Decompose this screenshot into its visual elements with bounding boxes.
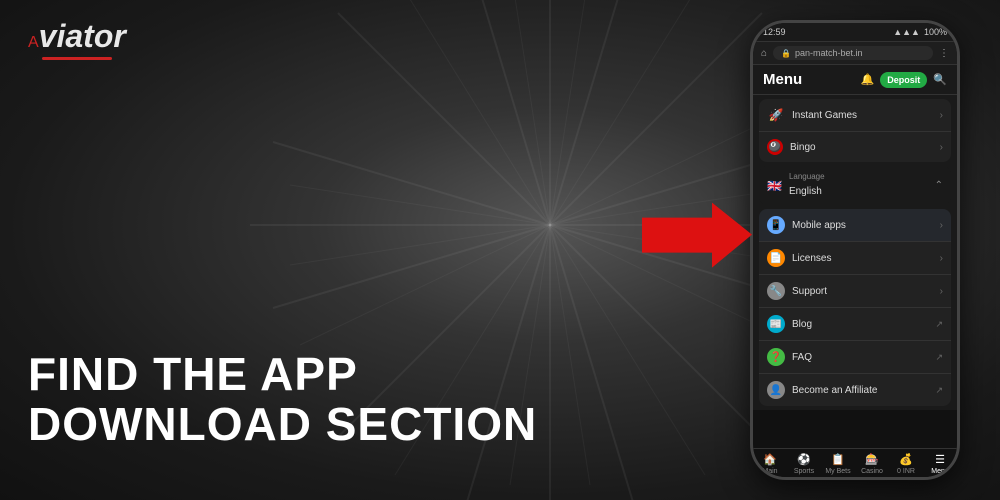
language-value: English (789, 186, 822, 197)
affiliate-icon: 👤 (767, 381, 785, 399)
bingo-label: Bingo (790, 142, 940, 153)
mobile-icon: 📱 (767, 216, 785, 234)
support-label: Support (792, 286, 940, 297)
search-icon[interactable]: 🔍 (933, 73, 947, 86)
nav-menu-icon: ☰ (935, 453, 945, 466)
bell-icon[interactable]: 🔔 (861, 73, 875, 86)
url-text: pan-match-bet.in (795, 48, 863, 58)
home-icon[interactable]: ⌂ (761, 48, 767, 59)
menu-item-blog[interactable]: 📰 Blog ↗ (759, 308, 951, 341)
faq-external-arrow: ↗ (935, 352, 943, 363)
browser-bar[interactable]: ⌂ 🔒 pan-match-bet.in ⋮ (753, 42, 957, 65)
status-time: 12:59 (763, 27, 786, 37)
menu-item-mobile-apps[interactable]: 📱 Mobile apps › (759, 209, 951, 242)
arrow-icon: › (940, 110, 943, 121)
red-arrow (642, 203, 752, 282)
nav-main-label: Main (762, 468, 777, 475)
instant-games-label: Instant Games (792, 110, 940, 121)
url-bar[interactable]: 🔒 pan-match-bet.in (773, 46, 933, 60)
main-text-line1: FIND THE APP (28, 349, 537, 400)
menu-section-1: 🚀 Instant Games › 🎱 Bingo › (759, 99, 951, 162)
language-chevron: ⌃ (935, 180, 943, 191)
menu-item-support[interactable]: 🔧 Support › (759, 275, 951, 308)
battery-icon: 100% (924, 27, 947, 37)
status-bar: 12:59 ▲▲▲ 100% (753, 23, 957, 42)
bottom-nav: 🏠 Main ⚽ Sports 📋 My Bets 🎰 Casino 💰 0 I… (753, 448, 957, 477)
more-icon[interactable]: ⋮ (939, 48, 949, 59)
menu-content: 🚀 Instant Games › 🎱 Bingo › 🇬🇧 Language … (753, 95, 957, 410)
lock-icon: 🔒 (781, 49, 791, 58)
faq-icon: ❓ (767, 348, 785, 366)
language-section[interactable]: 🇬🇧 Language English ⌃ (759, 166, 951, 205)
nav-casino-icon: 🎰 (865, 453, 879, 466)
rocket-icon: 🚀 (767, 106, 785, 124)
nav-mybets[interactable]: 📋 My Bets (821, 453, 855, 475)
language-info: Language English (789, 172, 935, 199)
phone-device: 12:59 ▲▲▲ 100% ⌂ 🔒 pan-match-bet.in ⋮ Me… (750, 20, 960, 480)
bingo-icon: 🎱 (767, 139, 783, 155)
licenses-arrow: › (940, 253, 943, 264)
nav-mybets-icon: 📋 (831, 453, 845, 466)
mobile-apps-arrow: › (940, 220, 943, 231)
logo-underline (42, 57, 112, 60)
status-icons: ▲▲▲ 100% (893, 27, 947, 37)
main-text-line2: DOWNLOAD SECTION (28, 399, 537, 450)
menu-item-bingo[interactable]: 🎱 Bingo › (759, 132, 951, 162)
main-text-block: FIND THE APP DOWNLOAD SECTION (28, 349, 537, 450)
menu-item-faq[interactable]: ❓ FAQ ↗ (759, 341, 951, 374)
menu-item-affiliate[interactable]: 👤 Become an Affiliate ↗ (759, 374, 951, 406)
licenses-label: Licenses (792, 253, 940, 264)
support-arrow: › (940, 286, 943, 297)
faq-label: FAQ (792, 352, 935, 363)
nav-sports-label: Sports (794, 468, 814, 475)
affiliate-label: Become an Affiliate (792, 385, 935, 396)
license-icon: 📄 (767, 249, 785, 267)
menu-title: Menu (763, 71, 802, 88)
menu-header: Menu 🔔 Deposit 🔍 (753, 65, 957, 95)
support-icon: 🔧 (767, 282, 785, 300)
nav-menu[interactable]: ☰ Menu (923, 453, 957, 475)
nav-main-icon: 🏠 (763, 453, 777, 466)
nav-casino[interactable]: 🎰 Casino (855, 453, 889, 475)
flag-icon: 🇬🇧 (767, 179, 782, 193)
nav-inr-icon: 💰 (899, 453, 913, 466)
logo-a-letter: A (28, 34, 39, 51)
deposit-button[interactable]: Deposit (880, 72, 927, 88)
nav-sports-icon: ⚽ (797, 453, 811, 466)
logo-rest: viator (39, 18, 126, 54)
nav-casino-label: Casino (861, 468, 883, 475)
menu-item-licenses[interactable]: 📄 Licenses › (759, 242, 951, 275)
signal-icon: ▲▲▲ (893, 27, 920, 37)
phone-wrapper: 12:59 ▲▲▲ 100% ⌂ 🔒 pan-match-bet.in ⋮ Me… (740, 10, 970, 490)
nav-mybets-label: My Bets (825, 468, 850, 475)
nav-main[interactable]: 🏠 Main (753, 453, 787, 475)
blog-external-arrow: ↗ (935, 319, 943, 330)
language-label: Language (789, 172, 935, 181)
nav-inr[interactable]: 💰 0 INR (889, 453, 923, 475)
menu-actions: 🔔 Deposit 🔍 (861, 72, 947, 88)
nav-inr-label: 0 INR (897, 468, 915, 475)
nav-sports[interactable]: ⚽ Sports (787, 453, 821, 475)
affiliate-external-arrow: ↗ (935, 385, 943, 396)
logo-text: Aviator (28, 18, 126, 55)
mobile-apps-label: Mobile apps (792, 220, 940, 231)
arrow-icon-bingo: › (940, 142, 943, 153)
menu-section-2: 📱 Mobile apps › 📄 Licenses › 🔧 Support ›… (759, 209, 951, 406)
aviator-logo: Aviator (28, 18, 126, 60)
menu-item-instant-games[interactable]: 🚀 Instant Games › (759, 99, 951, 132)
blog-label: Blog (792, 319, 935, 330)
nav-menu-label: Menu (931, 468, 949, 475)
arrow-svg (642, 203, 752, 268)
blog-icon: 📰 (767, 315, 785, 333)
